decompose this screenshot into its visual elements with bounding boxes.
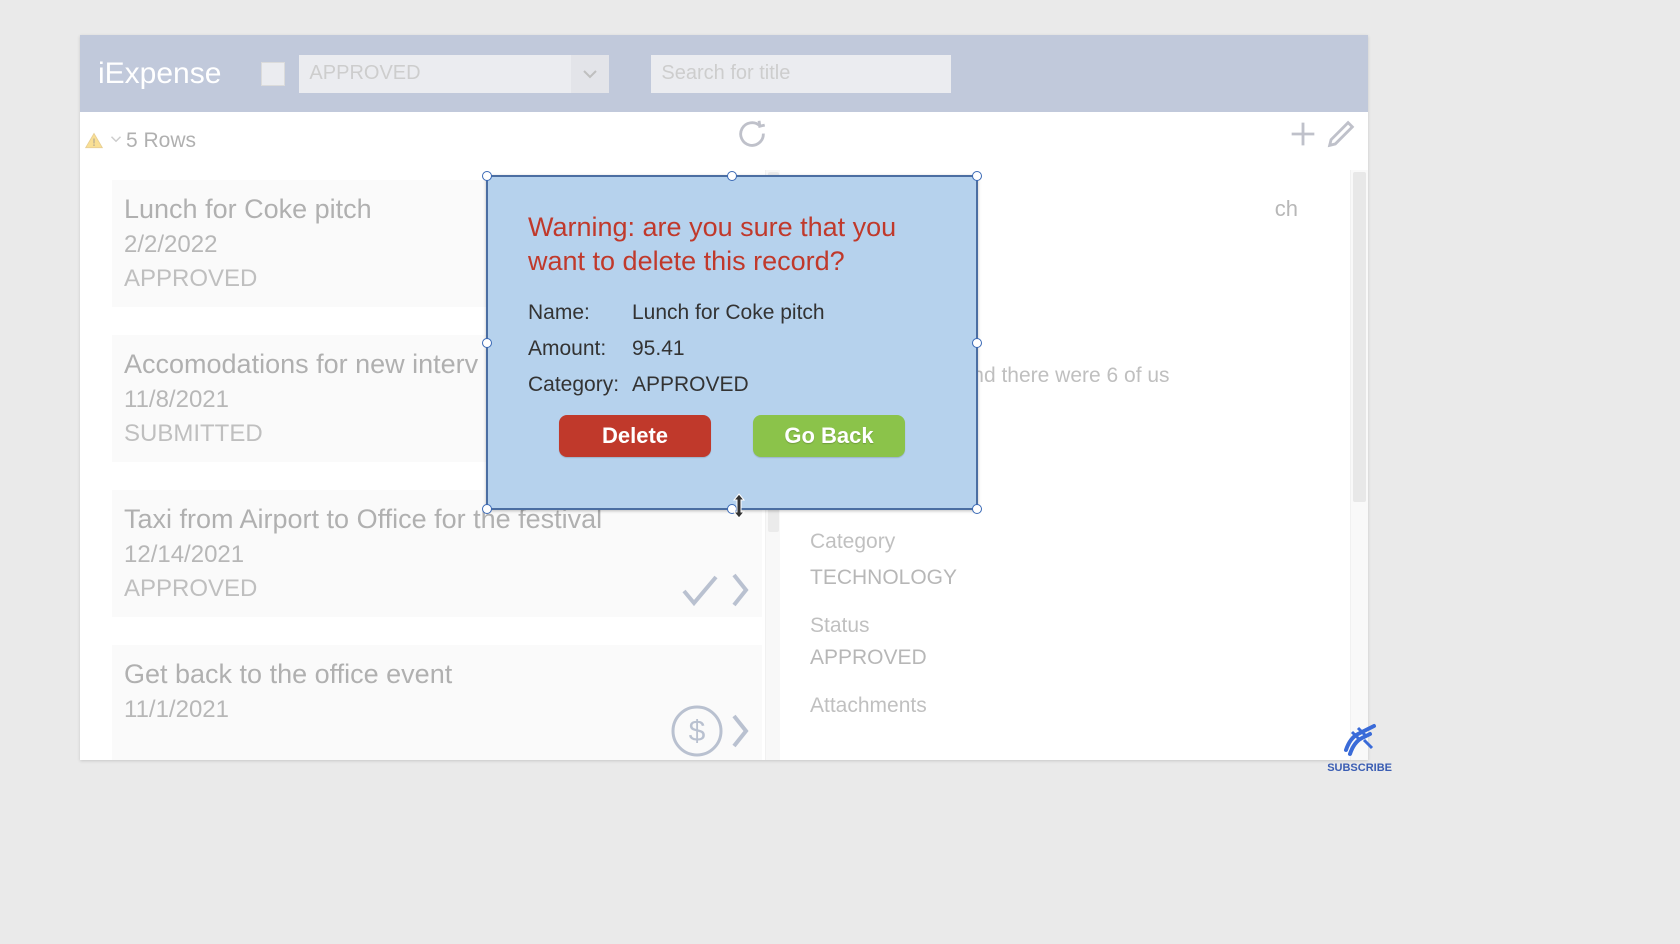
- detail-status-label: Status: [810, 614, 1358, 638]
- list-item-status: APPROVED: [124, 575, 752, 603]
- resize-handle-top-center[interactable]: [727, 171, 737, 181]
- item-actions: $: [666, 704, 752, 758]
- field-category-label: Category:: [528, 373, 632, 397]
- resize-handle-top-left[interactable]: [482, 171, 492, 181]
- item-actions: [670, 569, 752, 611]
- resize-handle-mid-right[interactable]: [972, 338, 982, 348]
- chevron-right-icon[interactable]: [728, 710, 752, 752]
- field-category-value: APPROVED: [632, 373, 749, 397]
- dialog-buttons: Delete Go Back: [488, 415, 976, 457]
- check-icon[interactable]: [674, 569, 724, 611]
- detail-status-value: APPROVED: [810, 646, 1358, 670]
- detail-category-label: Category: [810, 530, 1358, 554]
- filter-checkbox[interactable]: [261, 62, 285, 86]
- delete-confirm-dialog[interactable]: Warning: are you sure that you want to d…: [486, 175, 978, 510]
- subscribe-badge[interactable]: SUBSCRIBE: [1327, 720, 1392, 774]
- toolbar: 5 Rows: [80, 112, 1368, 170]
- field-amount-label: Amount:: [528, 337, 632, 361]
- dollar-icon[interactable]: $: [670, 704, 724, 758]
- app-title: iExpense: [98, 57, 221, 91]
- resize-cursor-icon: [729, 493, 749, 524]
- edit-icon[interactable]: [1324, 117, 1358, 156]
- list-item[interactable]: Get back to the office event 11/1/2021 $: [112, 645, 762, 760]
- resize-handle-top-right[interactable]: [972, 171, 982, 181]
- list-item-date: 11/1/2021: [124, 696, 752, 724]
- refresh-icon[interactable]: [735, 118, 769, 157]
- status-select[interactable]: APPROVED: [299, 55, 609, 93]
- dialog-fields: Name: Lunch for Coke pitch Amount: 95.41…: [488, 279, 976, 397]
- field-name-value: Lunch for Coke pitch: [632, 301, 825, 325]
- field-amount-value: 95.41: [632, 337, 685, 361]
- delete-button[interactable]: Delete: [559, 415, 711, 457]
- chevron-down-icon[interactable]: [571, 55, 609, 93]
- list-item-title: Get back to the office event: [124, 659, 752, 690]
- chevron-down-icon[interactable]: [110, 132, 122, 150]
- resize-handle-bottom-left[interactable]: [482, 504, 492, 514]
- resize-handle-mid-left[interactable]: [482, 338, 492, 348]
- warning-icon: [84, 131, 104, 151]
- search-placeholder: Search for title: [661, 62, 790, 85]
- header-bar: iExpense APPROVED Search for title: [80, 35, 1368, 112]
- detail-scrollbar[interactable]: [1350, 170, 1368, 760]
- add-icon[interactable]: [1286, 117, 1320, 156]
- go-back-button[interactable]: Go Back: [753, 415, 905, 457]
- scrollbar-thumb[interactable]: [1353, 172, 1366, 502]
- resize-handle-bottom-right[interactable]: [972, 504, 982, 514]
- status-select-value: APPROVED: [309, 62, 420, 85]
- row-count: 5 Rows: [126, 129, 196, 153]
- chevron-right-icon[interactable]: [728, 569, 752, 611]
- detail-attachments-label: Attachments: [810, 694, 1358, 718]
- svg-text:$: $: [689, 715, 706, 748]
- dialog-title: Warning: are you sure that you want to d…: [488, 177, 976, 279]
- list-item-date: 12/14/2021: [124, 541, 752, 569]
- subscribe-label: SUBSCRIBE: [1327, 762, 1392, 774]
- search-input[interactable]: Search for title: [651, 55, 951, 93]
- field-name-label: Name:: [528, 301, 632, 325]
- detail-category-value: TECHNOLOGY: [810, 566, 1358, 590]
